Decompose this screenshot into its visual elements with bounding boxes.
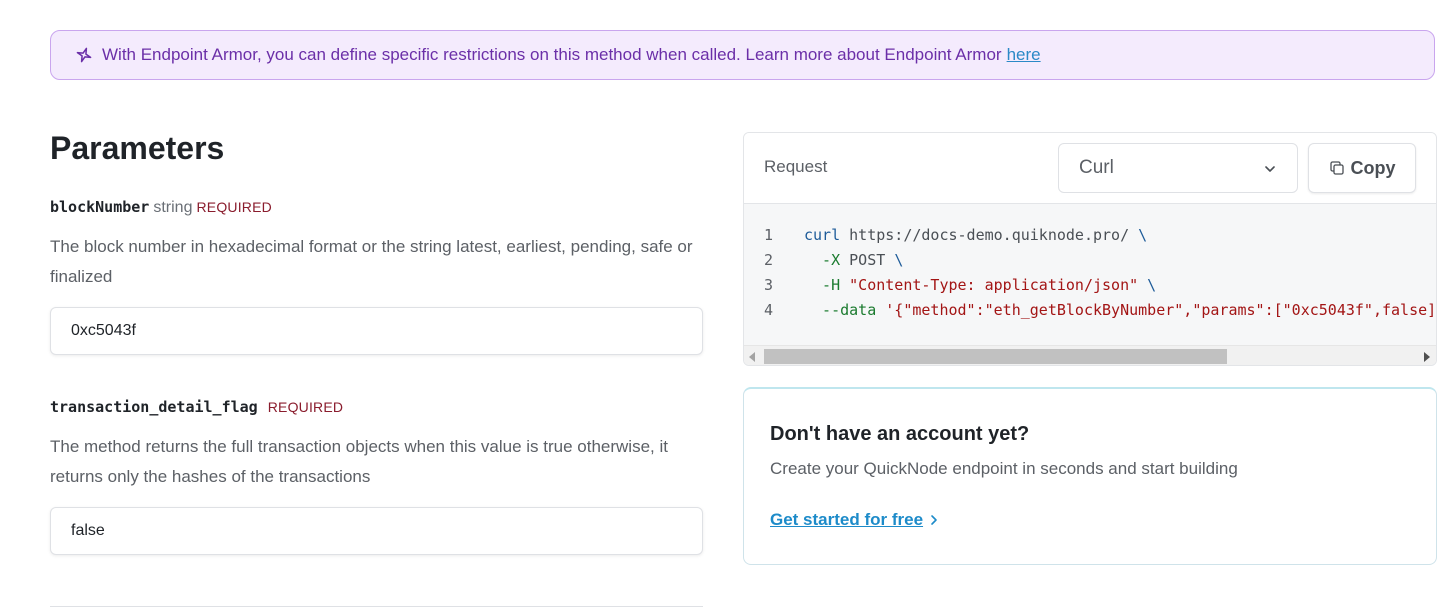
- parameters-title: Parameters: [50, 130, 225, 166]
- param-blocknumber-header: blockNumber string REQUIRED: [50, 198, 272, 217]
- code-token: -X: [804, 251, 841, 269]
- line-content: -X POST \: [804, 248, 903, 273]
- code-token: '{"method":"eth_getBlockByNumber","param…: [885, 301, 1436, 319]
- code-token: "Content-Type: application/json": [840, 276, 1148, 294]
- code-token: curl: [804, 226, 841, 244]
- param-transaction-flag-header: transaction_detail_flag REQUIRED: [50, 398, 343, 417]
- param-name: blockNumber: [50, 198, 150, 216]
- code-token: --data: [804, 301, 877, 319]
- blocknumber-input[interactable]: 0xc5043f: [50, 307, 703, 355]
- request-panel: Request Curl Copy 1 curl https://docs-dem…: [743, 132, 1437, 366]
- scroll-left-arrow-icon[interactable]: [749, 352, 755, 362]
- line-number: 3: [764, 276, 774, 294]
- line-number: 4: [764, 301, 774, 319]
- section-divider: [50, 606, 703, 607]
- account-title: Don't have an account yet?: [770, 423, 1030, 445]
- required-badge: REQUIRED: [196, 199, 272, 215]
- chevron-down-icon: [1263, 160, 1277, 174]
- line-number: 2: [764, 251, 774, 269]
- param-description: The method returns the full transaction …: [50, 437, 668, 486]
- code-token: \: [894, 251, 904, 269]
- account-card: Don't have an account yet? Create your Q…: [743, 387, 1437, 565]
- code-token: \: [1138, 226, 1148, 244]
- line-content: curl https://docs-demo.quiknode.pro/ \: [804, 223, 1147, 248]
- scroll-thumb[interactable]: [764, 349, 1227, 364]
- param-name: transaction_detail_flag: [50, 398, 258, 416]
- code-token: POST: [840, 251, 895, 269]
- copy-icon: [1329, 160, 1345, 176]
- get-started-label: Get started for free: [770, 510, 924, 529]
- scroll-right-arrow-icon[interactable]: [1424, 352, 1430, 362]
- code-block[interactable]: 1 curl https://docs-demo.quiknode.pro/ \ 2…: [744, 204, 1436, 345]
- banner-here-link[interactable]: here: [1007, 45, 1041, 65]
- required-badge: REQUIRED: [267, 399, 344, 415]
- code-token: https://docs-demo.quiknode.pro/: [840, 226, 1139, 244]
- line-content: -H "Content-Type: application/json" \: [804, 273, 1156, 298]
- request-title: Request: [764, 157, 828, 176]
- line-content: --data '{"method":"eth_getBlockByNumber"…: [804, 298, 1436, 323]
- copy-label: Copy: [1350, 157, 1396, 178]
- request-header: Request Curl Copy: [744, 133, 1436, 204]
- horizontal-scrollbar[interactable]: [744, 345, 1436, 365]
- copy-button[interactable]: Copy: [1308, 143, 1416, 193]
- code-token: \: [1147, 276, 1157, 294]
- endpoint-armor-banner: With Endpoint Armor, you can define spec…: [50, 30, 1435, 80]
- banner-text: With Endpoint Armor, you can define spec…: [102, 45, 1002, 64]
- account-subtitle: Create your QuickNode endpoint in second…: [770, 459, 1238, 478]
- transaction-detail-flag-input[interactable]: false: [50, 507, 703, 555]
- language-select[interactable]: Curl: [1058, 143, 1298, 193]
- get-started-link[interactable]: Get started for free: [770, 510, 939, 530]
- param-description: The block number in hexadecimal format o…: [50, 237, 693, 286]
- language-value: Curl: [1079, 157, 1114, 178]
- sparkle-icon: [75, 46, 93, 64]
- code-token: -H: [804, 276, 841, 294]
- line-number: 1: [764, 226, 774, 244]
- param-type: string: [153, 199, 193, 216]
- chevron-right-icon: [929, 513, 939, 527]
